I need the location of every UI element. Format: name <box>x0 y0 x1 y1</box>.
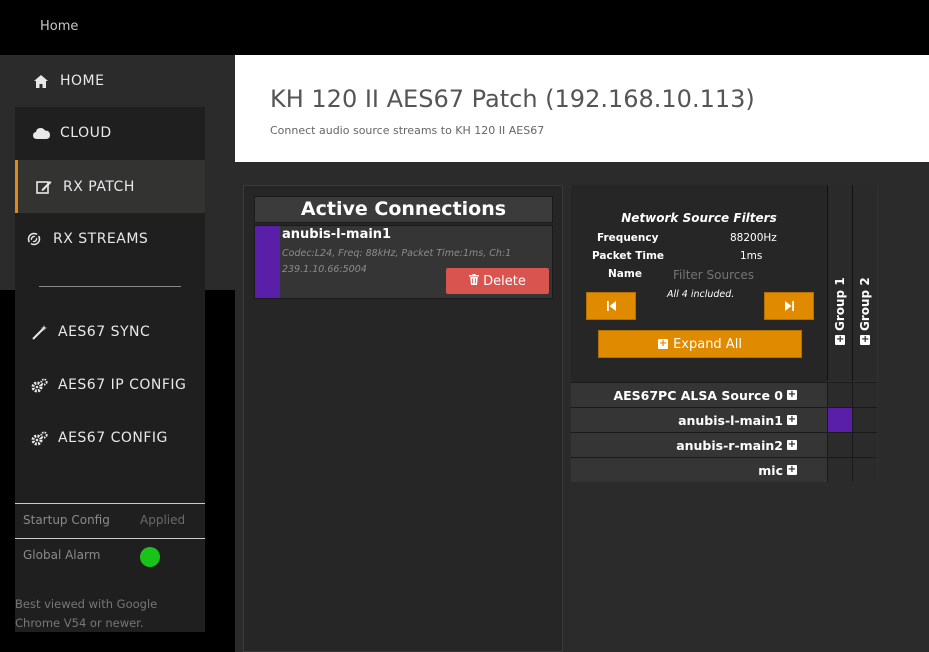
sidebar-item-rx-streams[interactable]: RX STREAMS <box>15 213 205 265</box>
breadcrumb-home[interactable]: Home <box>40 19 78 34</box>
source-row[interactable]: anubis-r-main2 + <box>571 432 827 457</box>
plus-square-icon: + <box>835 334 845 345</box>
source-row[interactable]: mic + <box>571 457 827 482</box>
patch-cell[interactable] <box>827 457 852 482</box>
previous-page-button[interactable] <box>586 292 636 320</box>
page-header: KH 120 II AES67 Patch (192.168.10.113) C… <box>235 55 929 162</box>
startup-config-value: Applied <box>140 513 186 527</box>
startup-config-label: Startup Config <box>23 513 110 527</box>
connection-address: 239.1.10.66:5004 <box>282 264 367 275</box>
home-icon <box>32 74 50 88</box>
packet-time-label: Packet Time <box>592 250 665 262</box>
sidebar-item-aes67-sync[interactable]: AES67 SYNC <box>15 306 205 358</box>
group-label: Group 2 <box>858 277 872 331</box>
browser-note: Best viewed with Google Chrome V54 or ne… <box>15 597 158 630</box>
group-header-2[interactable]: + Group 2 <box>853 245 877 345</box>
delete-button-label: Delete <box>483 273 526 289</box>
source-name: AES67PC ALSA Source 0 <box>613 387 783 403</box>
plus-square-icon[interactable]: + <box>787 465 797 475</box>
patch-cell[interactable] <box>827 382 852 407</box>
streams-icon <box>25 232 43 246</box>
plus-square-icon[interactable]: + <box>787 415 797 425</box>
group-label: Group 1 <box>833 277 847 331</box>
expand-all-label: Expand All <box>673 336 742 352</box>
sidebar-item-label: HOME <box>60 73 105 89</box>
sidebar-item-home[interactable]: HOME <box>0 55 220 107</box>
skip-back-icon <box>606 301 616 311</box>
sidebar-item-aes67-config[interactable]: AES67 CONFIG <box>15 412 205 464</box>
plus-square-icon: + <box>658 338 669 349</box>
sidebar-item-label: AES67 SYNC <box>58 324 151 340</box>
source-name: mic <box>758 462 783 478</box>
sidebar-item-label: RX STREAMS <box>53 231 149 247</box>
group-column-1: + Group 1 <box>827 185 852 381</box>
connection-info: Codec:L24, Freq: 88kHz, Packet Time:1ms,… <box>282 248 512 259</box>
connection-color-swatch <box>255 226 280 298</box>
group-header-1[interactable]: + Group 1 <box>828 245 852 345</box>
sidebar-item-aes67-ip-config[interactable]: AES67 IP CONFIG <box>15 359 205 411</box>
patch-cell[interactable] <box>852 407 877 432</box>
patch-cell[interactable] <box>827 432 852 457</box>
plus-square-icon: + <box>860 334 870 345</box>
source-name: anubis-l-main1 <box>678 412 783 428</box>
sidebar-divider <box>39 286 181 287</box>
trash-icon <box>469 273 480 289</box>
cogs-icon <box>30 430 48 446</box>
name-label: Name <box>608 268 642 280</box>
sidebar-status-separator <box>15 503 205 504</box>
frequency-label: Frequency <box>597 232 659 244</box>
source-row[interactable]: anubis-l-main1 + <box>571 407 827 432</box>
alarm-status-indicator <box>140 547 160 567</box>
skip-forward-icon <box>784 301 794 311</box>
patch-cell[interactable] <box>852 382 877 407</box>
sidebar-status-separator <box>15 538 205 539</box>
patch-cell-connected[interactable] <box>827 407 852 432</box>
cogs-icon <box>30 377 48 393</box>
wand-icon <box>30 324 48 340</box>
connection-name: anubis-l-main1 <box>282 227 392 242</box>
active-connections-panel: Active Connections anubis-l-main1 Codec:… <box>243 185 563 652</box>
active-connections-title: Active Connections <box>254 196 553 223</box>
top-bar: Home <box>0 0 929 55</box>
packet-time-value[interactable]: 1ms <box>740 250 762 262</box>
frequency-value[interactable]: 88200Hz <box>730 232 777 244</box>
page-subtitle: Connect audio source streams to KH 120 I… <box>270 124 545 137</box>
group-column-2: + Group 2 <box>852 185 877 381</box>
edit-icon <box>35 180 53 194</box>
delete-button[interactable]: Delete <box>446 268 549 294</box>
cloud-icon <box>32 127 50 139</box>
filter-sources-input[interactable] <box>673 267 773 283</box>
sidebar: HOME CLOUD RX PATCH RX STREAMS AES67 SYN… <box>0 55 220 632</box>
page-title: KH 120 II AES67 Patch (192.168.10.113) <box>270 85 755 113</box>
sidebar-item-rx-patch[interactable]: RX PATCH <box>15 160 205 213</box>
plus-square-icon[interactable]: + <box>787 440 797 450</box>
patch-cell[interactable] <box>852 457 877 482</box>
sidebar-item-label: AES67 IP CONFIG <box>58 377 187 393</box>
filters-title: Network Source Filters <box>621 211 777 225</box>
sidebar-item-cloud[interactable]: CLOUD <box>15 107 205 159</box>
global-alarm-label: Global Alarm <box>23 548 101 562</box>
sidebar-item-label: RX PATCH <box>63 178 135 195</box>
filter-included-count: All 4 included. <box>667 289 735 300</box>
source-row[interactable]: AES67PC ALSA Source 0 + <box>571 382 827 407</box>
source-name: anubis-r-main2 <box>676 437 783 453</box>
connection-card: anubis-l-main1 Codec:L24, Freq: 88kHz, P… <box>254 225 553 299</box>
patch-cell[interactable] <box>852 432 877 457</box>
sidebar-item-label: CLOUD <box>60 125 112 141</box>
plus-square-icon[interactable]: + <box>787 390 797 400</box>
sidebar-item-label: AES67 CONFIG <box>58 430 168 446</box>
network-source-filters: Network Source Filters Frequency 88200Hz… <box>571 185 827 382</box>
next-page-button[interactable] <box>764 292 814 320</box>
expand-all-button[interactable]: + Expand All <box>598 330 802 358</box>
